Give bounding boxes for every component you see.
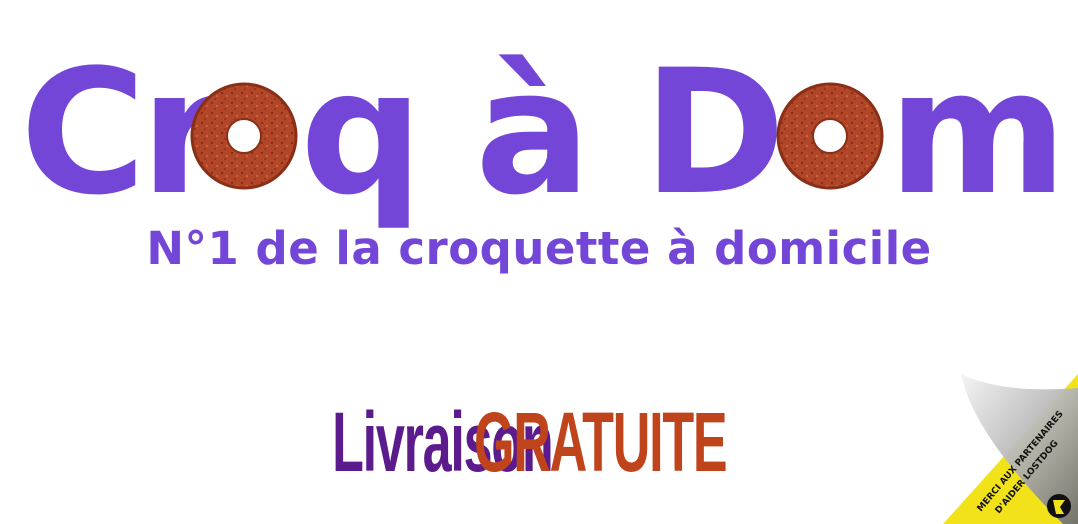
logo-text-m: m: [888, 32, 1067, 233]
partner-corner-sticker[interactable]: MERCI AUX PARTENAIRES D'AIDER LOSTDOG: [943, 374, 1078, 524]
lostdog-logo-icon: [1047, 494, 1071, 518]
tagline: N°1 de la croquette à domicile: [146, 222, 932, 275]
free-delivery-banner: Livraison GRATUITE: [0, 392, 1078, 492]
delivery-word-gratuite: GRATUITE: [473, 395, 728, 489]
kibble-o-icon: [776, 82, 884, 190]
kibble-o-icon: [190, 82, 298, 190]
logo-text-q-a-d: q à D: [300, 32, 782, 233]
